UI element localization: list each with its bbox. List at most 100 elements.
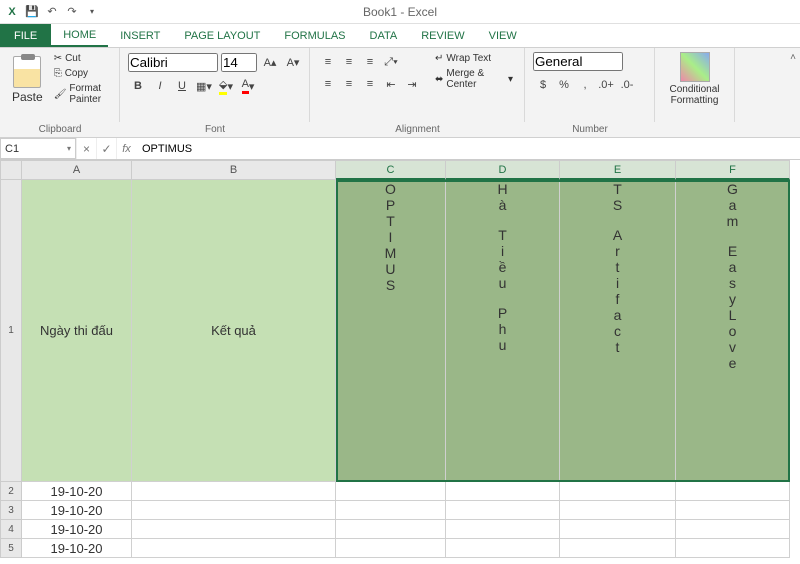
paste-button[interactable]: Paste [8, 52, 47, 108]
fx-icon[interactable]: fx [116, 138, 136, 159]
cell-C5[interactable] [336, 539, 446, 558]
font-color-button[interactable]: A▾ [238, 76, 258, 96]
underline-button[interactable]: U [172, 76, 192, 96]
cell-C3[interactable] [336, 501, 446, 520]
tab-formulas[interactable]: FORMULAS [272, 24, 357, 47]
cell-C2[interactable] [336, 482, 446, 501]
cell-F2[interactable] [676, 482, 790, 501]
cell-A2[interactable]: 19-10-20 [22, 482, 132, 501]
tab-review[interactable]: REVIEW [409, 24, 476, 47]
select-all-corner[interactable] [0, 160, 22, 180]
cell-F3[interactable] [676, 501, 790, 520]
align-center-icon[interactable]: ≡ [339, 74, 359, 94]
cell-E5[interactable] [560, 539, 676, 558]
tab-data[interactable]: DATA [358, 24, 410, 47]
col-header-B[interactable]: B [132, 160, 336, 180]
row-header-4[interactable]: 4 [0, 520, 22, 539]
cell-B2[interactable] [132, 482, 336, 501]
wrap-text-button[interactable]: ↵Wrap Text [432, 52, 516, 65]
format-painter-button[interactable]: 🖌Format Painter [51, 82, 111, 106]
cell-B3[interactable] [132, 501, 336, 520]
increase-indent-icon[interactable]: ⇥ [402, 74, 422, 94]
ribbon-group-clipboard: Paste ✂Cut ⎘Copy 🖌Format Painter [0, 48, 120, 122]
col-header-A[interactable]: A [22, 160, 132, 180]
tab-file[interactable]: FILE [0, 24, 51, 47]
align-top-icon[interactable]: ≡ [318, 52, 338, 72]
tab-view[interactable]: VIEW [477, 24, 529, 47]
ribbon-group-conditional: Conditional Formatting [655, 48, 735, 122]
collapse-ribbon-icon[interactable]: ˄ [790, 52, 796, 63]
formula-bar: C1▾ × ✓ fx [0, 138, 800, 160]
col-header-D[interactable]: D [446, 160, 560, 180]
col-header-C[interactable]: C [336, 160, 446, 180]
align-left-icon[interactable]: ≡ [318, 74, 338, 94]
merge-center-button[interactable]: ⬌Merge & Center▾ [432, 67, 516, 91]
cells: Ngày thi đấu Kết quả OPTIMUS Hà Tiều Phu… [22, 180, 790, 558]
cell-A3[interactable]: 19-10-20 [22, 501, 132, 520]
name-box[interactable]: C1▾ [0, 138, 76, 159]
cell-D2[interactable] [446, 482, 560, 501]
cancel-icon[interactable]: × [76, 138, 96, 159]
number-format-combo[interactable] [533, 52, 623, 71]
percent-button[interactable]: % [554, 75, 574, 95]
cell-D1[interactable]: Hà Tiều Phu [446, 180, 560, 482]
col-header-E[interactable]: E [560, 160, 676, 180]
tab-insert[interactable]: INSERT [108, 24, 172, 47]
cell-E4[interactable] [560, 520, 676, 539]
italic-button[interactable]: I [150, 76, 170, 96]
font-size-combo[interactable] [221, 53, 257, 72]
orientation-icon[interactable]: ⤢▾ [381, 52, 401, 72]
enter-icon[interactable]: ✓ [96, 138, 116, 159]
align-middle-icon[interactable]: ≡ [339, 52, 359, 72]
brush-icon: 🖌 [54, 89, 67, 100]
border-button[interactable]: ▦▾ [194, 76, 214, 96]
align-right-icon[interactable]: ≡ [360, 74, 380, 94]
tab-home[interactable]: HOME [51, 24, 108, 47]
comma-button[interactable]: , [575, 75, 595, 95]
cell-D3[interactable] [446, 501, 560, 520]
row-header-1[interactable]: 1 [0, 180, 22, 482]
cell-B1[interactable]: Kết quả [132, 180, 336, 482]
increase-font-icon[interactable]: A▴ [260, 52, 280, 72]
save-icon[interactable]: 💾 [24, 4, 40, 20]
cell-B5[interactable] [132, 539, 336, 558]
row-header-2[interactable]: 2 [0, 482, 22, 501]
cell-F4[interactable] [676, 520, 790, 539]
cell-F5[interactable] [676, 539, 790, 558]
cell-C4[interactable] [336, 520, 446, 539]
currency-button[interactable]: $ [533, 75, 553, 95]
cell-B4[interactable] [132, 520, 336, 539]
fill-color-button[interactable]: ⬙▾ [216, 76, 236, 96]
cell-D5[interactable] [446, 539, 560, 558]
ribbon: ˄ Paste ✂Cut ⎘Copy 🖌Format Painter A▴ A▾ [0, 48, 800, 138]
tab-pagelayout[interactable]: PAGE LAYOUT [172, 24, 272, 47]
cell-E2[interactable] [560, 482, 676, 501]
qat-more-icon[interactable]: ▾ [84, 4, 100, 20]
align-bottom-icon[interactable]: ≡ [360, 52, 380, 72]
bold-button[interactable]: B [128, 76, 148, 96]
font-name-combo[interactable] [128, 53, 218, 72]
cell-A5[interactable]: 19-10-20 [22, 539, 132, 558]
cell-A4[interactable]: 19-10-20 [22, 520, 132, 539]
cell-E1[interactable]: TS Artifact [560, 180, 676, 482]
decrease-indent-icon[interactable]: ⇤ [381, 74, 401, 94]
col-header-F[interactable]: F [676, 160, 790, 180]
copy-icon: ⎘ [54, 68, 62, 79]
undo-icon[interactable]: ↶ [44, 4, 60, 20]
cell-E3[interactable] [560, 501, 676, 520]
decrease-font-icon[interactable]: A▾ [283, 52, 303, 72]
copy-button[interactable]: ⎘Copy [51, 67, 111, 80]
cell-F1[interactable]: Gam EasyLove [676, 180, 790, 482]
conditional-formatting-icon[interactable] [680, 52, 710, 82]
cell-A1[interactable]: Ngày thi đấu [22, 180, 132, 482]
cut-button[interactable]: ✂Cut [51, 52, 111, 65]
increase-decimal-icon[interactable]: .0+ [596, 75, 616, 95]
cell-D4[interactable] [446, 520, 560, 539]
cell-C1[interactable]: OPTIMUS [336, 180, 446, 482]
chevron-down-icon[interactable]: ▾ [67, 144, 71, 153]
formula-input[interactable] [136, 138, 800, 159]
decrease-decimal-icon[interactable]: .0- [617, 75, 637, 95]
row-header-3[interactable]: 3 [0, 501, 22, 520]
row-header-5[interactable]: 5 [0, 539, 22, 558]
redo-icon[interactable]: ↷ [64, 4, 80, 20]
